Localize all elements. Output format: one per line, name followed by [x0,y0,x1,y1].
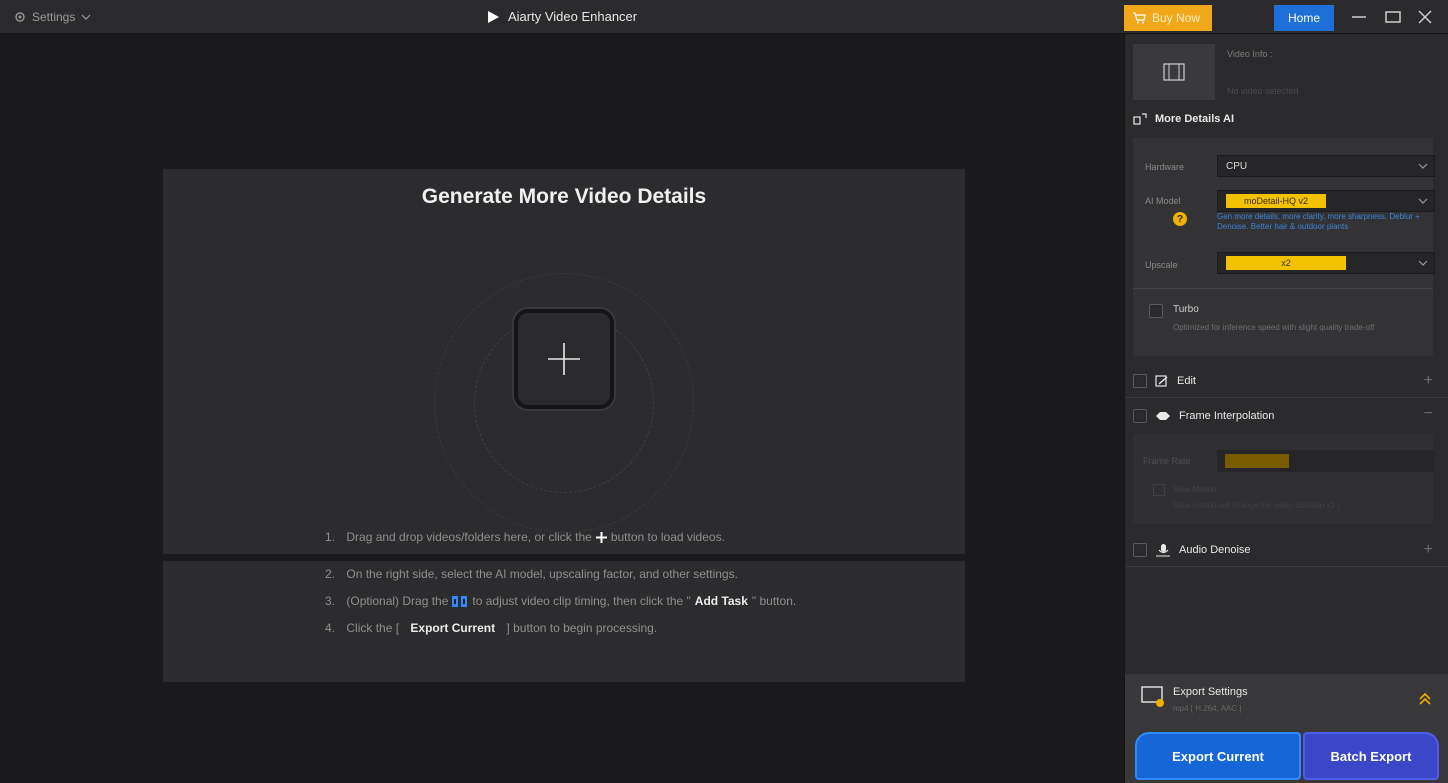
buy-now-button[interactable]: Buy Now [1124,5,1212,31]
instruction-step-1: 1. Drag and drop videos/folders here, or… [325,530,725,544]
slow-motion-description: Slow motion will change the video durati… [1173,501,1340,510]
main-area: Generate More Video Details 1. Drag and … [0,34,1124,783]
instruction-step-2: 2. On the right side, select the AI mode… [325,567,738,581]
app-logo-icon [488,10,499,23]
video-drop-zone[interactable]: Generate More Video Details [163,169,965,554]
settings-label: Settings [32,10,76,24]
divider [1125,397,1448,398]
ai-model-select[interactable]: moDetail-HQ v2 [1217,190,1435,212]
chevron-double-up-icon[interactable] [1419,692,1431,706]
ai-model-description: Gen more details, more clarity, more sha… [1217,212,1420,231]
buy-now-label: Buy Now [1152,11,1201,25]
ai-model-value: moDetail-HQ v2 [1226,194,1326,208]
expand-plus-icon[interactable]: + [1424,372,1433,390]
more-details-header: More Details AI [1125,104,1448,134]
instruction-step-4: 4. Click the [ Export Current ] button t… [325,621,658,635]
gear-icon [15,12,25,22]
film-icon [1163,63,1185,81]
frame-rate-select[interactable] [1217,450,1435,472]
expand-plus-icon[interactable]: + [1424,541,1433,559]
help-icon[interactable]: ? [1173,212,1187,226]
frame-interpolation-icon [1156,412,1170,420]
audio-denoise-checkbox[interactable] [1133,543,1147,557]
frame-rate-label: Frame Rate [1143,456,1191,466]
chevron-down-icon [1418,198,1428,204]
collapse-minus-icon[interactable]: − [1424,405,1433,423]
slow-motion-label: Slow Motion [1173,485,1217,494]
export-format: mp4 [ H.264, AAC ] [1173,704,1242,713]
add-video-button[interactable] [514,309,614,409]
frame-interpolation-checkbox[interactable] [1133,409,1147,423]
more-details-settings: Hardware CPU AI Model moDetail-HQ v2 ? G… [1133,138,1435,356]
export-current-button[interactable]: Export Current [1135,732,1301,780]
minimize-icon[interactable] [1350,8,1368,26]
video-thumbnail [1133,44,1215,100]
title-bar: Settings Aiarty Video Enhancer Buy Now H… [0,0,1448,34]
upscale-value: x2 [1226,256,1346,270]
microphone-icon [1156,544,1170,557]
turbo-checkbox[interactable] [1149,304,1163,318]
turbo-description: Optimized for inference speed with sligh… [1173,323,1375,332]
chevron-down-icon [1418,260,1428,266]
maximize-icon[interactable] [1384,8,1402,26]
edit-checkbox[interactable] [1133,374,1147,388]
frame-rate-value [1225,454,1289,468]
turbo-label: Turbo [1173,304,1199,315]
close-icon[interactable] [1416,8,1434,26]
slow-motion-checkbox[interactable] [1153,484,1165,496]
video-info-status: No video selected [1227,86,1299,96]
divider [1125,566,1448,567]
edit-section-header[interactable]: Edit + [1125,366,1448,396]
video-info-label: Video Info : [1227,49,1273,59]
plus-icon [595,531,607,543]
ai-enhance-icon [1133,113,1147,125]
hardware-select[interactable]: CPU [1217,155,1435,177]
instruction-step-3: 3. (Optional) Drag the to adjust video c… [325,594,797,608]
settings-panel: Video Info : No video selected More Deta… [1124,34,1448,783]
audio-denoise-header[interactable]: Audio Denoise + [1125,535,1448,565]
plus-icon [548,343,580,375]
frame-interpolation-header[interactable]: Frame Interpolation − [1125,401,1448,431]
export-settings-icon [1141,686,1164,707]
app-title-text: Aiarty Video Enhancer [508,9,638,24]
app-title: Aiarty Video Enhancer [486,9,637,24]
frame-interpolation-settings: Frame Rate Slow Motion Slow motion will … [1133,434,1435,524]
divider [1133,288,1433,289]
cart-icon [1133,12,1146,24]
chevron-down-icon [81,14,91,20]
upscale-label: Upscale [1145,260,1178,270]
ai-model-label: AI Model [1145,196,1181,206]
edit-icon [1155,375,1168,387]
hardware-label: Hardware [1145,162,1185,172]
upscale-select[interactable]: x2 [1217,252,1435,274]
export-area: Export Settings mp4 [ H.264, AAC ] Expor… [1125,674,1448,783]
batch-export-button[interactable]: Batch Export [1303,732,1439,780]
drop-zone-title: Generate More Video Details [421,185,707,208]
trim-handles-icon [452,595,468,607]
chevron-down-icon [1418,163,1428,169]
settings-menu-button[interactable]: Settings [14,10,91,24]
home-button[interactable]: Home [1274,5,1334,31]
export-settings-title[interactable]: Export Settings [1173,686,1248,698]
